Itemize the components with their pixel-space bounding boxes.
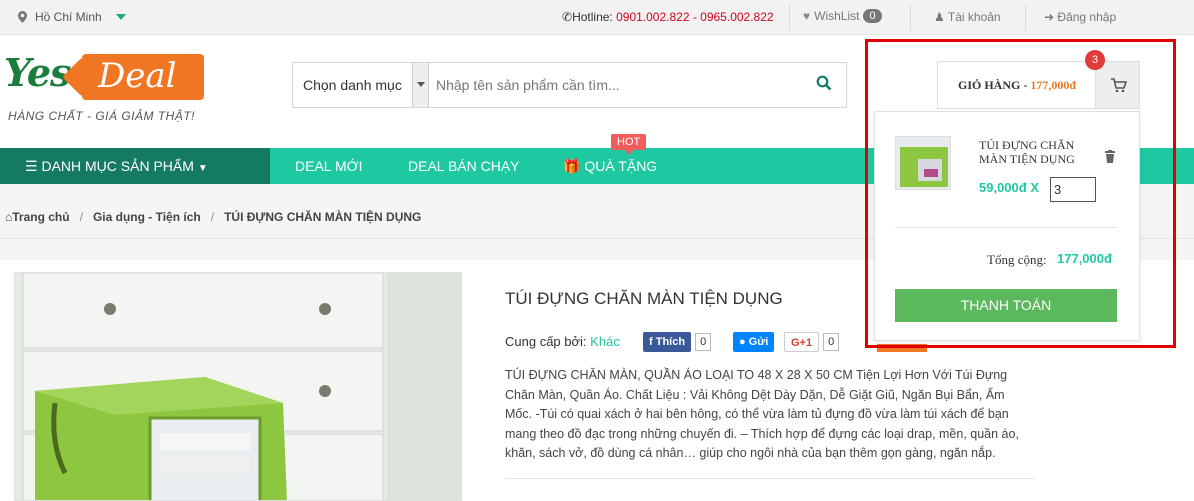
facebook-like-label: Thích: [655, 336, 686, 348]
nav-qua-tang-label: QUÀ TẶNG: [584, 158, 658, 174]
supplier-label: Cung cấp bởi:: [505, 334, 587, 349]
category-menu-button[interactable]: ☰ DANH MỤC SẢN PHẨM ▼: [0, 148, 270, 184]
sign-in-icon: ➜: [1044, 10, 1055, 24]
divider: [505, 478, 1035, 479]
search-input[interactable]: [436, 69, 796, 101]
breadcrumb-separator: /: [210, 210, 215, 224]
map-marker-icon: [18, 11, 27, 23]
location-label: Hồ Chí Minh: [35, 10, 102, 24]
product-image[interactable]: [14, 272, 462, 501]
hotline: ✆Hotline: 0901.002.822 - 0965.002.822: [562, 10, 774, 24]
category-dropdown-arrow[interactable]: [412, 63, 429, 107]
wishlist-count-badge: 0: [863, 9, 882, 23]
breadcrumb: ⌂Trang chủ / Gia dụng - Tiện ích / TÚI Đ…: [5, 210, 421, 224]
supplier-link[interactable]: Khác: [590, 334, 620, 349]
wishlist-label: WishList: [814, 9, 860, 23]
messenger-icon: ●: [739, 336, 746, 348]
product-description: TÚI ĐỰNG CHĂN MÀN, QUẦN ÁO LOẠI TO 48 X …: [505, 368, 1019, 460]
category-select[interactable]: Chọn danh mục: [293, 63, 412, 107]
facebook-like[interactable]: f Thích 0: [643, 332, 712, 352]
user-icon: ♟: [934, 10, 945, 24]
hotline-numbers: 0901.002.822 - 0965.002.822: [616, 10, 774, 24]
google-plus-count: 0: [823, 333, 840, 351]
nav-deal-ban-chay[interactable]: DEAL BÁN CHẠY: [408, 148, 520, 184]
breadcrumb-home-label: Trang chủ: [12, 210, 70, 224]
google-plus-button[interactable]: G+1: [784, 332, 820, 352]
caret-down-icon: ▼: [197, 163, 208, 174]
breadcrumb-separator: /: [79, 210, 83, 224]
gift-icon: 🎁: [563, 158, 581, 174]
breadcrumb-category[interactable]: Gia dụng - Tiện ích: [93, 210, 201, 224]
login-label: Đăng nhập: [1057, 10, 1117, 24]
product-photo-graphic: [15, 273, 461, 500]
logo-slogan: HÀNG CHẤT - GIÁ GIẢM THẬT!: [8, 109, 196, 123]
account-label: Tài khoản: [947, 10, 1001, 24]
logo-deal-text: Deal: [98, 56, 177, 96]
hotline-label: Hotline:: [572, 10, 613, 24]
product-title: TÚI ĐỰNG CHĂN MÀN TIỆN DỤNG: [505, 289, 783, 308]
breadcrumb-home[interactable]: ⌂Trang chủ: [5, 210, 70, 224]
search-bar: Chọn danh mục: [292, 62, 847, 108]
chevron-down-icon: [115, 14, 126, 20]
phone-icon: ✆: [562, 10, 573, 24]
messenger-send-button[interactable]: ● Gửi: [733, 332, 775, 352]
breadcrumb-current: TÚI ĐỰNG CHĂN MÀN TIỆN DỤNG: [224, 210, 422, 224]
google-plus-share[interactable]: G+1 0: [784, 332, 840, 352]
logo-deal-tag: Deal: [82, 54, 204, 100]
list-icon: ☰: [25, 158, 38, 174]
divider: [789, 4, 790, 31]
location-selector[interactable]: Hồ Chí Minh: [18, 10, 126, 24]
divider: [910, 4, 911, 31]
search-button[interactable]: [816, 75, 836, 95]
highlight-box: [865, 39, 1176, 348]
wishlist-link[interactable]: ♥ WishList 0: [803, 9, 882, 23]
hot-badge: HOT: [611, 134, 647, 155]
facebook-icon: f: [649, 336, 653, 348]
nav-qua-tang[interactable]: 🎁 QUÀ TẶNG: [563, 148, 657, 184]
account-link[interactable]: ♟ Tài khoản: [934, 10, 1001, 24]
top-bar: Hồ Chí Minh ✆Hotline: 0901.002.822 - 096…: [0, 0, 1194, 35]
search-icon: [816, 75, 832, 91]
heart-icon: ♥: [803, 9, 811, 23]
logo-yes: Yes: [4, 50, 71, 95]
facebook-like-count: 0: [695, 333, 712, 351]
divider: [1025, 4, 1026, 31]
category-menu-label: DANH MỤC SẢN PHẨM: [41, 158, 194, 174]
supplier-line: Cung cấp bởi: Khác: [505, 334, 620, 349]
facebook-like-button[interactable]: f Thích: [643, 332, 692, 352]
messenger-send[interactable]: ● Gửi: [733, 332, 775, 352]
login-link[interactable]: ➜ Đăng nhập: [1044, 10, 1116, 24]
site-logo[interactable]: Yes Deal HÀNG CHẤT - GIÁ GIẢM THẬT!: [2, 48, 212, 128]
messenger-send-label: Gửi: [748, 336, 769, 348]
nav-deal-moi[interactable]: DEAL MỚI: [295, 148, 363, 184]
